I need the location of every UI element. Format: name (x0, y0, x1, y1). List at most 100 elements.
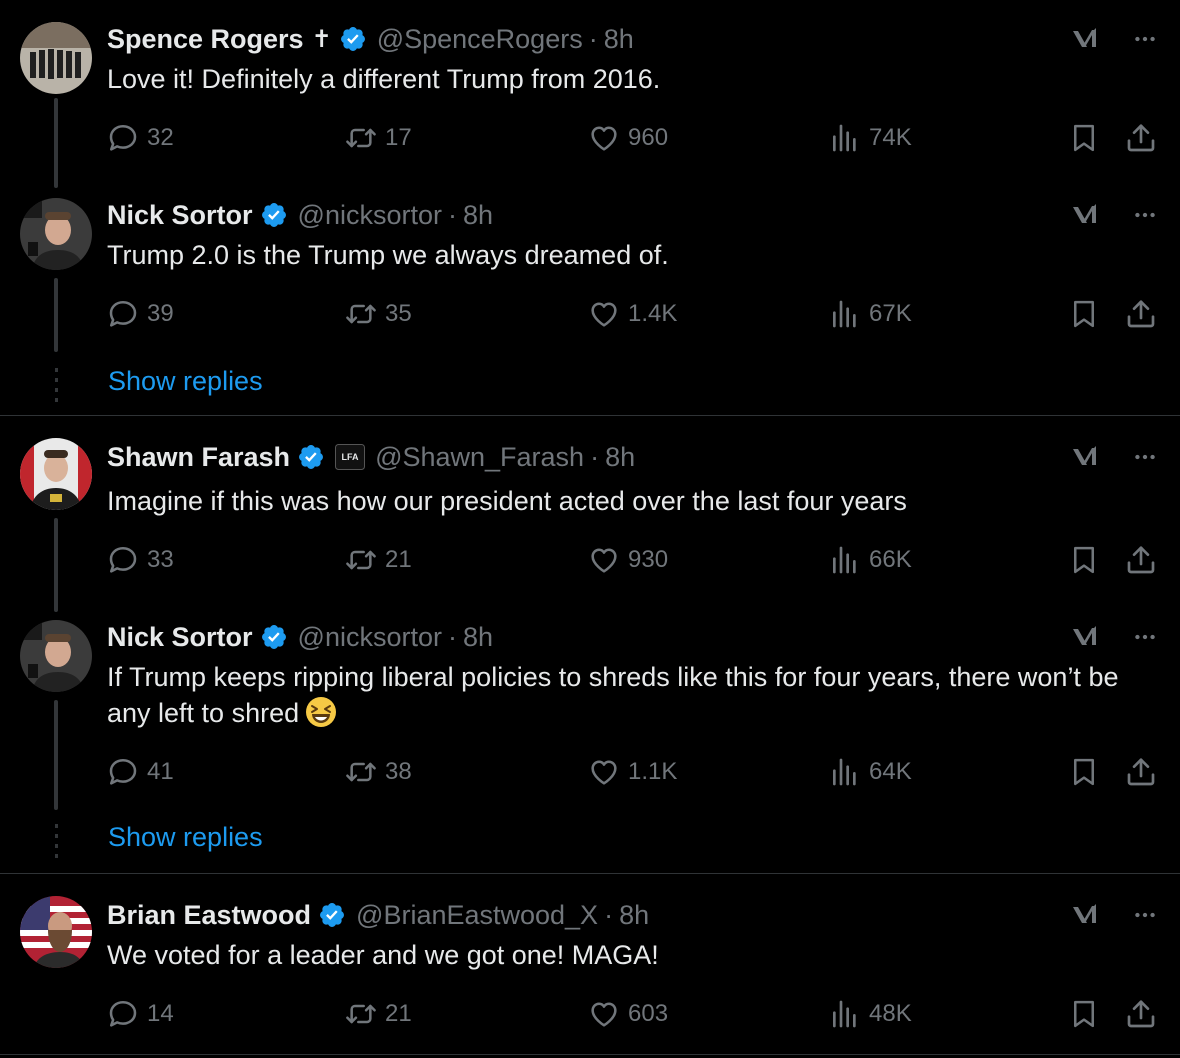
author-name[interactable]: Nick Sortor (107, 200, 253, 231)
bookmark-button[interactable] (1069, 752, 1099, 792)
post-nick-sortor-1: Nick Sortor @nicksortor · 8h Trump 2.0 i… (0, 188, 1180, 416)
avatar[interactable] (20, 22, 92, 94)
reply-button[interactable]: 33 (107, 540, 174, 580)
thread-line (54, 700, 58, 810)
grinning-squinting-face-emoji-icon (305, 696, 337, 728)
author-name[interactable]: Spence Rogers (107, 24, 304, 55)
repost-icon (345, 122, 377, 154)
avatar[interactable] (20, 896, 92, 968)
post-time[interactable]: 8h (604, 24, 634, 55)
author-handle[interactable]: @nicksortor (298, 200, 442, 231)
more-icon[interactable] (1132, 444, 1158, 470)
post-text: We voted for a leader and we got one! MA… (107, 940, 659, 970)
share-button[interactable] (1125, 752, 1157, 792)
repost-count: 21 (385, 546, 412, 573)
post-text: If Trump keeps ripping liberal policies … (107, 659, 1162, 731)
reply-button[interactable]: 39 (107, 294, 174, 334)
repost-button[interactable]: 17 (345, 118, 412, 158)
bookmark-icon (1069, 999, 1099, 1029)
author-handle[interactable]: @nicksortor (298, 622, 442, 653)
grok-icon[interactable] (1070, 899, 1102, 931)
author-handle[interactable]: @BrianEastwood_X (356, 900, 598, 931)
post-text-content: If Trump keeps ripping liberal policies … (107, 662, 1119, 728)
repost-icon (345, 544, 377, 576)
views-button[interactable]: 74K (829, 118, 912, 158)
thread-line (54, 518, 58, 612)
post-time[interactable]: 8h (463, 200, 493, 231)
show-replies-link[interactable]: Show replies (108, 366, 263, 397)
like-button[interactable]: 930 (588, 540, 668, 580)
bookmark-button[interactable] (1069, 118, 1099, 158)
views-button[interactable]: 66K (829, 540, 912, 580)
views-count: 64K (869, 758, 912, 785)
views-button[interactable]: 48K (829, 994, 912, 1034)
reply-button[interactable]: 14 (107, 994, 174, 1034)
reply-button[interactable]: 32 (107, 118, 174, 158)
reply-count: 32 (147, 124, 174, 151)
bookmark-icon (1069, 123, 1099, 153)
post-header: Brian Eastwood @BrianEastwood_X · 8h (107, 897, 649, 933)
like-button[interactable]: 603 (588, 994, 668, 1034)
verified-badge-icon (260, 623, 288, 651)
repost-button[interactable]: 21 (345, 994, 412, 1034)
post-top-right-icons (1070, 897, 1158, 933)
bookmark-button[interactable] (1069, 540, 1099, 580)
author-name[interactable]: Shawn Farash (107, 442, 290, 473)
author-handle[interactable]: @SpenceRogers (377, 24, 583, 55)
share-button[interactable] (1125, 994, 1157, 1034)
views-button[interactable]: 67K (829, 294, 912, 334)
post-shawn-farash: Shawn Farash LFA @Shawn_Farash · 8h Imag… (0, 416, 1180, 612)
author-name[interactable]: Nick Sortor (107, 622, 253, 653)
heart-icon (588, 122, 620, 154)
grok-icon[interactable] (1070, 441, 1102, 473)
post-spence-rogers: Spence Rogers ✝ @SpenceRogers · 8h Love … (0, 0, 1180, 188)
like-button[interactable]: 1.1K (588, 752, 677, 792)
more-icon[interactable] (1132, 902, 1158, 928)
more-icon[interactable] (1132, 26, 1158, 52)
share-button[interactable] (1125, 294, 1157, 334)
grok-icon[interactable] (1070, 23, 1102, 55)
repost-button[interactable]: 21 (345, 540, 412, 580)
grok-icon[interactable] (1070, 621, 1102, 653)
repost-count: 21 (385, 1000, 412, 1027)
like-count: 960 (628, 124, 669, 151)
avatar[interactable] (20, 620, 92, 692)
post-time[interactable]: 8h (605, 442, 635, 473)
avatar[interactable] (20, 198, 92, 270)
share-button[interactable] (1125, 118, 1157, 158)
verified-badge-icon (297, 443, 325, 471)
repost-button[interactable]: 35 (345, 294, 412, 334)
post-text: Trump 2.0 is the Trump we always dreamed… (107, 240, 669, 270)
show-replies-link[interactable]: Show replies (108, 822, 263, 853)
thread-line (54, 98, 58, 188)
share-button[interactable] (1125, 540, 1157, 580)
reply-icon (107, 298, 139, 330)
like-button[interactable]: 960 (588, 118, 668, 158)
repost-button[interactable]: 38 (345, 752, 412, 792)
post-nick-sortor-2: Nick Sortor @nicksortor · 8h If Trump ke… (0, 612, 1180, 874)
post-time[interactable]: 8h (463, 622, 493, 653)
post-actions: 33 21 930 66K (107, 540, 1159, 580)
author-name[interactable]: Brian Eastwood (107, 900, 311, 931)
views-count: 67K (869, 300, 912, 327)
repost-count: 38 (385, 758, 412, 785)
bookmark-button[interactable] (1069, 994, 1099, 1034)
reply-button[interactable]: 41 (107, 752, 174, 792)
more-icon[interactable] (1132, 624, 1158, 650)
post-time[interactable]: 8h (619, 900, 649, 931)
views-count: 66K (869, 546, 912, 573)
views-button[interactable]: 64K (829, 752, 912, 792)
repost-icon (345, 298, 377, 330)
affiliation-badge-text: LFA (342, 452, 359, 462)
heart-icon (588, 298, 620, 330)
more-icon[interactable] (1132, 202, 1158, 228)
like-button[interactable]: 1.4K (588, 294, 677, 334)
like-count: 1.4K (628, 300, 678, 327)
avatar[interactable] (20, 438, 92, 510)
grok-icon[interactable] (1070, 199, 1102, 231)
heart-icon (588, 998, 620, 1030)
separator-dot: · (590, 441, 600, 472)
author-name-cross: ✝ (311, 25, 332, 53)
bookmark-button[interactable] (1069, 294, 1099, 334)
author-handle[interactable]: @Shawn_Farash (375, 442, 584, 473)
